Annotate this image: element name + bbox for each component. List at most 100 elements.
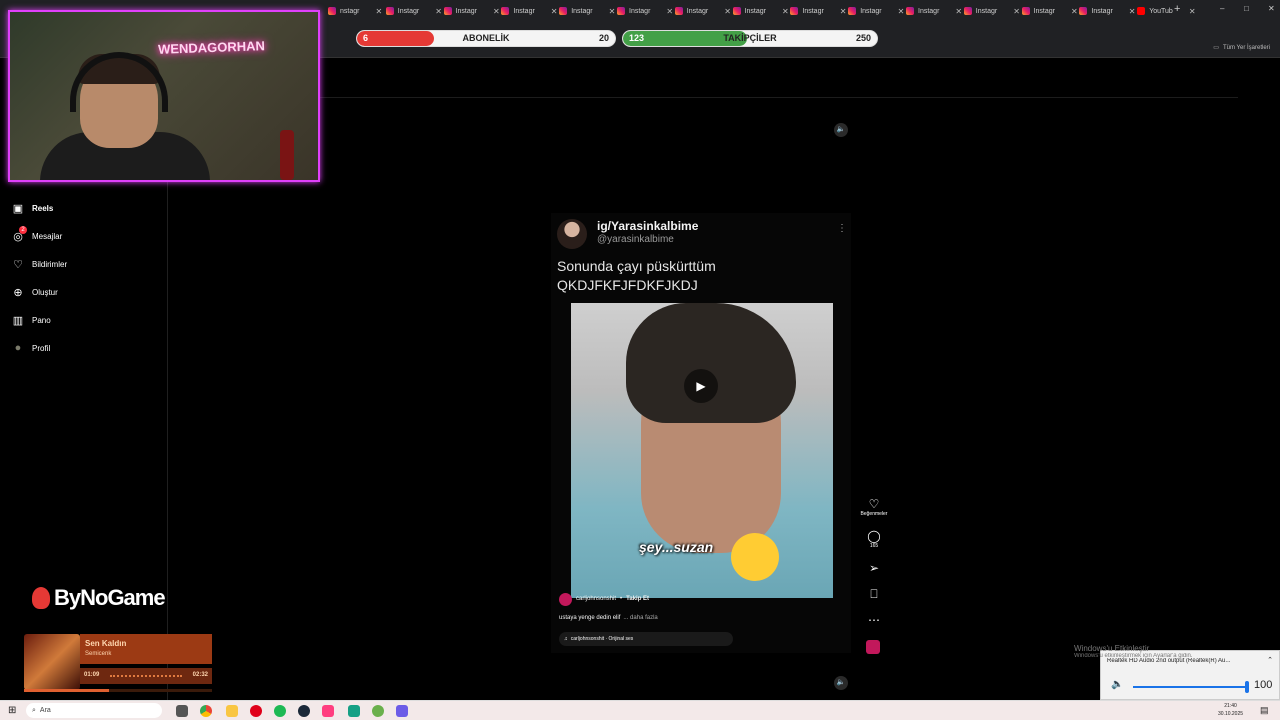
video-hair xyxy=(626,303,796,423)
close-tab-icon[interactable]: ✕ xyxy=(724,7,731,16)
opera-icon[interactable] xyxy=(250,705,262,717)
author-avatar-small[interactable] xyxy=(559,592,572,606)
volume-slider[interactable] xyxy=(1133,686,1247,688)
activation-watermark: Windows'u Etkinleştir Windows'u etkinleş… xyxy=(1074,644,1200,659)
browser-tab[interactable]: Instagr ✕ xyxy=(906,3,962,19)
notifications-icon[interactable]: ▤ xyxy=(1260,705,1269,716)
tab-label: Instagr xyxy=(397,7,420,15)
sidebar-item-profil[interactable]: ● Profil xyxy=(12,342,51,354)
play-button[interactable]: ▶ xyxy=(684,369,718,403)
close-tab-icon[interactable]: ✕ xyxy=(955,7,962,16)
volume-thumb[interactable] xyxy=(1245,681,1249,693)
more-link[interactable]: ... daha fazla xyxy=(623,615,657,621)
clock[interactable]: 21:40 30.10.2025 xyxy=(1218,702,1243,718)
app-green-icon[interactable] xyxy=(348,705,360,717)
app-purple-icon[interactable] xyxy=(396,705,408,717)
dot-separator: • xyxy=(620,596,623,602)
chrome-icon[interactable] xyxy=(200,705,212,717)
expand-icon[interactable]: ⌃ xyxy=(1267,656,1273,664)
comment-button[interactable]: ◯ 165 xyxy=(859,529,889,549)
bynogame-logo: ByNoGame xyxy=(32,585,166,611)
file-explorer-icon[interactable] xyxy=(226,705,238,717)
save-button[interactable]: ⎕ xyxy=(859,587,889,602)
follow-button[interactable]: Takip Et xyxy=(626,596,649,602)
sidebar-item-bildirimler[interactable]: ♡ Bildirimler xyxy=(12,258,67,271)
tab-label: Instagr xyxy=(744,7,766,15)
close-tab-icon[interactable]: ✕ xyxy=(375,7,382,16)
close-tab-icon[interactable]: ✕ xyxy=(435,7,442,16)
instagram-icon xyxy=(328,7,336,15)
close-tab-icon[interactable]: ✕ xyxy=(898,7,905,16)
avatar: ● xyxy=(14,342,22,354)
browser-tab[interactable]: Instagr ✕ xyxy=(674,3,731,19)
browser-tab[interactable]: Instagr ✕ xyxy=(732,3,789,19)
sidebar-item-pano[interactable]: ▥ Pano xyxy=(12,314,51,327)
windows-start-icon[interactable]: ⊞ xyxy=(8,705,16,716)
close-tab-icon[interactable]: ✕ xyxy=(551,7,558,16)
close-tab-icon[interactable]: ✕ xyxy=(493,7,500,16)
browser-tab[interactable]: Instagr ✕ xyxy=(501,3,558,19)
sidebar-item-label: Pano xyxy=(32,315,51,325)
audio-thumbnail[interactable] xyxy=(866,640,880,654)
more-options-icon[interactable]: ⋮ xyxy=(837,223,847,234)
close-tab-icon[interactable]: ✕ xyxy=(666,7,673,16)
followers-goal-bar: 123 TAKİPÇİLER 250 xyxy=(622,30,878,47)
sidebar-item-olutur[interactable]: ⊕ Oluştur xyxy=(12,286,57,299)
youtube-icon xyxy=(1137,7,1146,15)
new-tab-button[interactable]: + xyxy=(1174,3,1180,15)
author-name[interactable]: carljohnsonshit xyxy=(576,596,616,602)
close-tab-icon[interactable]: ✕ xyxy=(1013,7,1020,16)
app-pink-icon[interactable] xyxy=(322,705,334,717)
audio-chip[interactable]: ♫ carljohnsonshit · Orijinal ses xyxy=(559,632,733,646)
maximize-icon[interactable]: □ xyxy=(1244,4,1249,13)
taskbar-search[interactable]: ⌕ Ara xyxy=(26,703,162,718)
browser-tab[interactable]: Instagr ✕ xyxy=(617,3,673,19)
browser-tab[interactable]: YouTub ✕ xyxy=(1137,3,1196,19)
description-text: ustaya yenge dedin elif xyxy=(559,615,621,621)
close-tab-icon[interactable]: ✕ xyxy=(1129,7,1136,16)
close-tab-icon[interactable]: ✕ xyxy=(1189,7,1196,16)
search-icon: ⌕ xyxy=(32,706,36,714)
browser-tab[interactable]: Instagr ✕ xyxy=(1021,3,1078,19)
task-view-icon[interactable] xyxy=(176,705,188,717)
browser-tab[interactable]: Instagr ✕ xyxy=(1079,3,1136,19)
browser-tab[interactable]: nstagr ✕ xyxy=(328,3,382,19)
tab-label: Instagr xyxy=(571,7,593,15)
close-window-icon[interactable]: ✕ xyxy=(1268,4,1275,13)
sidebar-item-mesajlar[interactable]: ◎ 2 Mesajlar xyxy=(12,226,62,243)
browser-tab[interactable]: Instagr ✕ xyxy=(848,3,904,19)
logo-text: ByNoGame xyxy=(54,585,166,610)
instagram-icon xyxy=(617,7,625,15)
close-tab-icon[interactable]: ✕ xyxy=(609,7,616,16)
spotify-icon[interactable] xyxy=(274,705,286,717)
steam-icon[interactable] xyxy=(298,705,310,717)
bookmark-icon: ⎕ xyxy=(870,587,878,601)
like-button[interactable]: ♡ Beğenmeler xyxy=(859,497,889,517)
track-progress xyxy=(24,689,212,692)
mute-button-bottom[interactable]: 🔈 xyxy=(834,676,848,690)
reel-video[interactable]: şey...suzan xyxy=(571,303,833,598)
browser-tab[interactable]: Instagr ✕ xyxy=(963,3,1020,19)
sidebar-item-label: Profil xyxy=(32,343,51,353)
browser-tab[interactable]: Instagr ✕ xyxy=(443,3,500,19)
all-bookmarks-button[interactable]: ▭ Tüm Yer İşaretleri xyxy=(1213,44,1270,52)
windows-taskbar: ⊞ ⌕ Ara 21:40 30.10.2025 ▤ xyxy=(0,700,1280,720)
share-button[interactable]: ➢ xyxy=(859,561,889,575)
tab-label: Instagr xyxy=(686,7,709,15)
speaker-icon[interactable]: 🔈 xyxy=(1111,679,1123,690)
author-avatar[interactable] xyxy=(557,219,587,249)
mute-button-top[interactable]: 🔈 xyxy=(834,123,848,137)
minimize-icon[interactable]: – xyxy=(1220,4,1224,13)
more-button[interactable]: ⋯ xyxy=(859,613,889,627)
send-icon: ➢ xyxy=(868,561,880,575)
close-tab-icon[interactable]: ✕ xyxy=(1071,7,1078,16)
likes-label: Beğenmeler xyxy=(860,511,888,517)
browser-tab[interactable]: Instagr ✕ xyxy=(385,3,442,19)
track-artist: Semicenk xyxy=(85,651,112,657)
browser-tab[interactable]: Instagr ✕ xyxy=(559,3,615,19)
close-tab-icon[interactable]: ✕ xyxy=(840,7,847,16)
close-tab-icon[interactable]: ✕ xyxy=(782,7,789,16)
browser-tab[interactable]: Instagr ✕ xyxy=(790,3,847,19)
sidebar-item-reels[interactable]: ▣ Reels xyxy=(12,202,54,215)
app-lime-icon[interactable] xyxy=(372,705,384,717)
